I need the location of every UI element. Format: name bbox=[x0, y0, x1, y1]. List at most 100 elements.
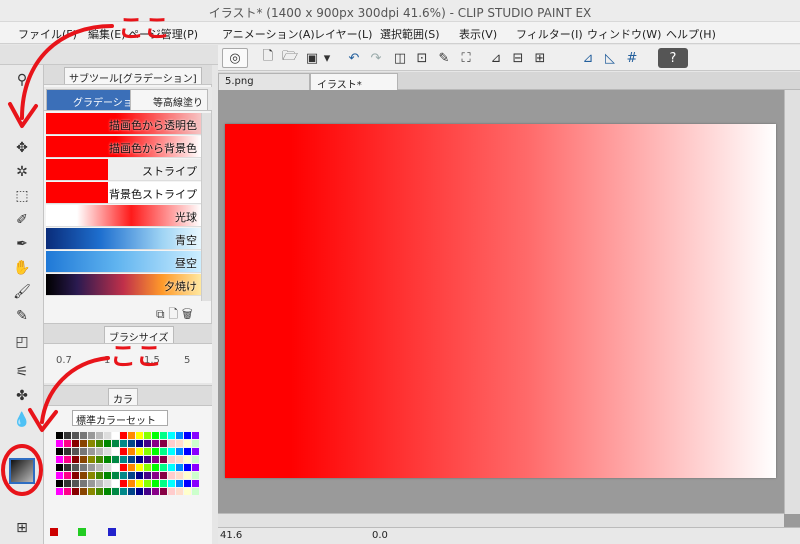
color-swatch[interactable] bbox=[72, 464, 79, 471]
color-swatch[interactable] bbox=[160, 464, 167, 471]
snap-ruler-icon[interactable]: ⊿ bbox=[578, 48, 598, 68]
color-swatch[interactable] bbox=[176, 488, 183, 495]
menu-view[interactable]: 表示(V) bbox=[459, 26, 497, 42]
undo-icon[interactable]: ↶ bbox=[344, 48, 364, 68]
color-swatch[interactable] bbox=[152, 456, 159, 463]
brush-size-value[interactable]: 0.7 bbox=[56, 355, 72, 366]
color-swatch[interactable] bbox=[144, 440, 151, 447]
color-swatch[interactable] bbox=[96, 432, 103, 439]
operation-icon[interactable]: ✲ bbox=[11, 161, 33, 183]
new-file-icon[interactable]: 🗋 bbox=[258, 48, 278, 68]
airbrush-icon[interactable]: ✎ bbox=[11, 305, 33, 327]
tab-subtool[interactable]: サブツール[グラデーション] bbox=[64, 67, 202, 85]
color-set-select[interactable]: 標準カラーセット bbox=[72, 410, 168, 427]
chevron-down-icon[interactable]: ▾ bbox=[322, 48, 332, 68]
open-folder-icon[interactable]: 🗁 bbox=[280, 48, 300, 68]
color-swatch[interactable] bbox=[88, 440, 95, 447]
color-swatch[interactable] bbox=[80, 464, 87, 471]
color-swatch[interactable] bbox=[152, 480, 159, 487]
color-swatch[interactable] bbox=[64, 472, 71, 479]
color-swatch[interactable] bbox=[80, 440, 87, 447]
color-swatch[interactable] bbox=[184, 432, 191, 439]
color-swatch[interactable] bbox=[128, 472, 135, 479]
color-swatch[interactable] bbox=[136, 480, 143, 487]
color-swatch[interactable] bbox=[152, 440, 159, 447]
color-swatch[interactable] bbox=[160, 456, 167, 463]
color-swatch[interactable] bbox=[88, 432, 95, 439]
color-swatch[interactable] bbox=[120, 480, 127, 487]
list-item[interactable]: ストライプ bbox=[46, 159, 201, 181]
color-swatch[interactable] bbox=[176, 464, 183, 471]
color-swatch[interactable] bbox=[176, 440, 183, 447]
fill-bucket-icon[interactable]: 💧 bbox=[11, 409, 33, 431]
text-icon[interactable]: ⊞ bbox=[11, 517, 33, 539]
color-swatch[interactable] bbox=[88, 448, 95, 455]
list-item[interactable]: 描画色から透明色 bbox=[46, 113, 201, 135]
list-item[interactable]: 描画色から背景色 bbox=[46, 136, 201, 158]
color-swatch[interactable] bbox=[56, 456, 63, 463]
color-swatch[interactable] bbox=[128, 448, 135, 455]
color-swatch[interactable] bbox=[144, 488, 151, 495]
color-swatch[interactable] bbox=[128, 480, 135, 487]
color-swatch[interactable] bbox=[96, 488, 103, 495]
color-swatch[interactable] bbox=[184, 464, 191, 471]
color-swatch[interactable] bbox=[192, 448, 199, 455]
color-swatch[interactable] bbox=[152, 432, 159, 439]
color-swatch[interactable] bbox=[72, 448, 79, 455]
snap-special-ruler-icon[interactable]: ◺ bbox=[600, 48, 620, 68]
tab-document-png[interactable]: 5.png bbox=[218, 73, 310, 90]
new-icon[interactable]: 🗋 bbox=[168, 307, 178, 321]
color-swatch[interactable] bbox=[96, 464, 103, 471]
eyedropper-icon[interactable]: ✐ bbox=[11, 209, 33, 231]
tab-document-illust[interactable]: イラスト* bbox=[310, 73, 398, 91]
list-item[interactable]: 背景色ストライプ bbox=[46, 182, 201, 204]
color-swatch[interactable] bbox=[72, 480, 79, 487]
color-swatch[interactable] bbox=[128, 432, 135, 439]
color-swatch[interactable] bbox=[72, 488, 79, 495]
color-swatch[interactable] bbox=[160, 440, 167, 447]
list-item[interactable]: 夕焼け bbox=[46, 274, 201, 296]
color-swatch[interactable] bbox=[112, 456, 119, 463]
move-icon[interactable]: ✥ bbox=[11, 137, 33, 159]
list-item[interactable]: 青空 bbox=[46, 228, 201, 250]
redo-icon[interactable]: ↷ bbox=[366, 48, 386, 68]
color-swatch[interactable] bbox=[72, 456, 79, 463]
color-swatch[interactable] bbox=[64, 440, 71, 447]
selection-icon[interactable]: ⬚ bbox=[11, 185, 33, 207]
ruler-edit-icon[interactable]: ⊟ bbox=[508, 48, 528, 68]
color-swatches[interactable] bbox=[56, 432, 206, 496]
color-swatch[interactable] bbox=[136, 440, 143, 447]
color-swatch[interactable] bbox=[120, 448, 127, 455]
brush-icon[interactable]: 🖌 bbox=[11, 281, 33, 303]
color-swatch[interactable] bbox=[192, 440, 199, 447]
color-swatch[interactable] bbox=[168, 464, 175, 471]
color-swatch[interactable] bbox=[56, 448, 63, 455]
color-swatch[interactable] bbox=[56, 480, 63, 487]
menu-filter[interactable]: フィルター(I) bbox=[516, 26, 583, 42]
menu-selection[interactable]: 選択範囲(S) bbox=[380, 26, 440, 42]
color-swatch[interactable] bbox=[144, 464, 151, 471]
color-chip[interactable] bbox=[108, 528, 116, 536]
color-swatch[interactable] bbox=[88, 456, 95, 463]
delete-icon[interactable]: 🗑 bbox=[182, 307, 193, 321]
color-swatch[interactable] bbox=[56, 488, 63, 495]
fill-icon[interactable]: ✎ bbox=[434, 48, 454, 68]
color-swatch[interactable] bbox=[104, 472, 111, 479]
color-swatch[interactable] bbox=[120, 488, 127, 495]
ruler-icon[interactable]: ⊿ bbox=[486, 48, 506, 68]
menu-window[interactable]: ウィンドウ(W) bbox=[587, 26, 661, 42]
color-swatch[interactable] bbox=[168, 432, 175, 439]
color-swatch[interactable] bbox=[72, 440, 79, 447]
menu-animation[interactable]: アニメーション(A) bbox=[222, 26, 315, 42]
color-swatch[interactable] bbox=[64, 432, 71, 439]
color-swatch[interactable] bbox=[112, 448, 119, 455]
color-swatch[interactable] bbox=[168, 472, 175, 479]
list-item[interactable]: 昼空 bbox=[46, 251, 201, 273]
color-swatch[interactable] bbox=[152, 472, 159, 479]
color-swatch[interactable] bbox=[120, 440, 127, 447]
eraser-icon[interactable]: ◰ bbox=[11, 331, 33, 353]
color-swatch[interactable] bbox=[88, 472, 95, 479]
color-swatch[interactable] bbox=[128, 440, 135, 447]
clip-studio-icon[interactable]: ◎ bbox=[222, 48, 248, 68]
zoom-icon[interactable]: ⚲ bbox=[11, 69, 33, 91]
